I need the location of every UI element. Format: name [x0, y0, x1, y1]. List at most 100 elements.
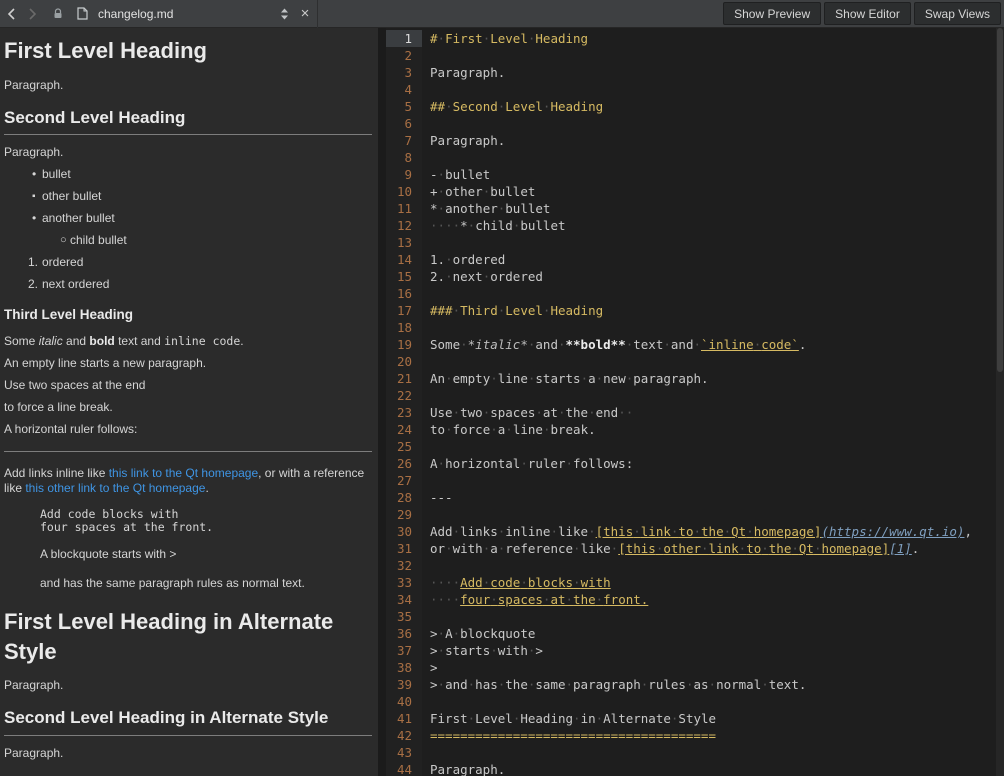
editor-line[interactable]: 152.·next·ordered	[386, 268, 996, 285]
line-number[interactable]: 3	[386, 64, 422, 81]
line-number[interactable]: 14	[386, 251, 422, 268]
preview-link[interactable]: this other link to the Qt homepage	[25, 481, 205, 495]
preview-scrollbar[interactable]	[378, 28, 386, 776]
line-number[interactable]: 38	[386, 659, 422, 676]
line-number[interactable]: 26	[386, 455, 422, 472]
editor-line[interactable]: 44Paragraph.	[386, 761, 996, 776]
editor-scrollbar[interactable]	[996, 28, 1004, 776]
line-number[interactable]: 27	[386, 472, 422, 489]
editor-line[interactable]: 21An·empty·line·starts·a·new·paragraph.	[386, 370, 996, 387]
editor-line[interactable]: 38>	[386, 659, 996, 676]
line-number[interactable]: 16	[386, 285, 422, 302]
editor-line[interactable]: 4	[386, 81, 996, 98]
line-number[interactable]: 4	[386, 81, 422, 98]
line-number[interactable]: 41	[386, 710, 422, 727]
editor-line[interactable]: 31or·with·a·reference·like·[this·other·l…	[386, 540, 996, 557]
line-number[interactable]: 8	[386, 149, 422, 166]
line-number[interactable]: 32	[386, 557, 422, 574]
editor-line[interactable]: 9-·bullet	[386, 166, 996, 183]
editor-line[interactable]: 35	[386, 608, 996, 625]
editor-line[interactable]: 27	[386, 472, 996, 489]
editor-line[interactable]: 25	[386, 438, 996, 455]
editor-line[interactable]: 18	[386, 319, 996, 336]
editor-line[interactable]: 1#·First·Level·Heading	[386, 30, 996, 47]
line-number[interactable]: 15	[386, 268, 422, 285]
line-number[interactable]: 33	[386, 574, 422, 591]
editor-line[interactable]: 5##·Second·Level·Heading	[386, 98, 996, 115]
preview-link[interactable]: this link to the Qt homepage	[109, 466, 258, 480]
editor-line[interactable]: 24to·force·a·line·break.	[386, 421, 996, 438]
editor-line[interactable]: 7Paragraph.	[386, 132, 996, 149]
editor-line[interactable]: 17###·Third·Level·Heading	[386, 302, 996, 319]
close-document-button[interactable]: ×	[293, 1, 317, 27]
editor-line[interactable]: 32	[386, 557, 996, 574]
editor-line[interactable]: 23Use·two·spaces·at·the·end··	[386, 404, 996, 421]
forward-button[interactable]	[22, 1, 44, 27]
line-number[interactable]: 17	[386, 302, 422, 319]
editor-line[interactable]: 6	[386, 115, 996, 132]
line-number[interactable]: 31	[386, 540, 422, 557]
line-number[interactable]: 25	[386, 438, 422, 455]
editor-line[interactable]: 40	[386, 693, 996, 710]
editor-line[interactable]: 12····*·child·bullet	[386, 217, 996, 234]
line-number[interactable]: 18	[386, 319, 422, 336]
markdown-editor[interactable]: 1#·First·Level·Heading23Paragraph.45##·S…	[386, 28, 996, 776]
line-number[interactable]: 7	[386, 132, 422, 149]
show-preview-button[interactable]: Show Preview	[723, 2, 821, 25]
editor-line[interactable]: 26A·horizontal·ruler·follows:	[386, 455, 996, 472]
line-number[interactable]: 34	[386, 591, 422, 608]
line-number[interactable]: 23	[386, 404, 422, 421]
editor-line[interactable]: 34····four·spaces·at·the·front.	[386, 591, 996, 608]
line-number[interactable]: 36	[386, 625, 422, 642]
editor-line[interactable]: 11*·another·bullet	[386, 200, 996, 217]
line-number[interactable]: 1	[386, 30, 422, 47]
editor-line[interactable]: 19Some·*italic*·and·**bold**·text·and·`i…	[386, 336, 996, 353]
lock-button[interactable]	[48, 1, 68, 27]
open-documents-dropdown[interactable]	[275, 1, 293, 27]
line-number[interactable]: 35	[386, 608, 422, 625]
line-number[interactable]: 21	[386, 370, 422, 387]
line-number[interactable]: 29	[386, 506, 422, 523]
editor-line[interactable]: 20	[386, 353, 996, 370]
line-number[interactable]: 40	[386, 693, 422, 710]
swap-views-button[interactable]: Swap Views	[914, 2, 1001, 25]
open-file-name[interactable]: changelog.md	[98, 7, 173, 21]
editor-line[interactable]: 33····Add·code·blocks·with	[386, 574, 996, 591]
line-number[interactable]: 43	[386, 744, 422, 761]
editor-line[interactable]: 43	[386, 744, 996, 761]
line-number[interactable]: 44	[386, 761, 422, 776]
line-number[interactable]: 24	[386, 421, 422, 438]
line-number[interactable]: 22	[386, 387, 422, 404]
editor-line[interactable]: 13	[386, 234, 996, 251]
line-number[interactable]: 12	[386, 217, 422, 234]
editor-line[interactable]: 16	[386, 285, 996, 302]
line-number[interactable]: 42	[386, 727, 422, 744]
back-button[interactable]	[0, 1, 22, 27]
show-editor-button[interactable]: Show Editor	[824, 2, 911, 25]
editor-line[interactable]: 36>·A·blockquote	[386, 625, 996, 642]
line-number[interactable]: 9	[386, 166, 422, 183]
editor-line[interactable]: 3Paragraph.	[386, 64, 996, 81]
line-number[interactable]: 28	[386, 489, 422, 506]
editor-line[interactable]: 39>·and·has·the·same·paragraph·rules·as·…	[386, 676, 996, 693]
scrollbar-thumb[interactable]	[997, 28, 1003, 372]
editor-line[interactable]: 22	[386, 387, 996, 404]
editor-line[interactable]: 29	[386, 506, 996, 523]
editor-line[interactable]: 37>·starts·with·>	[386, 642, 996, 659]
line-number[interactable]: 5	[386, 98, 422, 115]
editor-line[interactable]: 28---	[386, 489, 996, 506]
line-number[interactable]: 39	[386, 676, 422, 693]
editor-line[interactable]: 42======================================	[386, 727, 996, 744]
line-number[interactable]: 20	[386, 353, 422, 370]
line-number[interactable]: 30	[386, 523, 422, 540]
line-number[interactable]: 6	[386, 115, 422, 132]
editor-line[interactable]: 30Add·links·inline·like·[this·link·to·th…	[386, 523, 996, 540]
editor-line[interactable]: 10+·other·bullet	[386, 183, 996, 200]
line-number[interactable]: 2	[386, 47, 422, 64]
editor-line[interactable]: 2	[386, 47, 996, 64]
editor-line[interactable]: 8	[386, 149, 996, 166]
editor-line[interactable]: 41First·Level·Heading·in·Alternate·Style	[386, 710, 996, 727]
line-number[interactable]: 10	[386, 183, 422, 200]
editor-line[interactable]: 141.·ordered	[386, 251, 996, 268]
line-number[interactable]: 13	[386, 234, 422, 251]
